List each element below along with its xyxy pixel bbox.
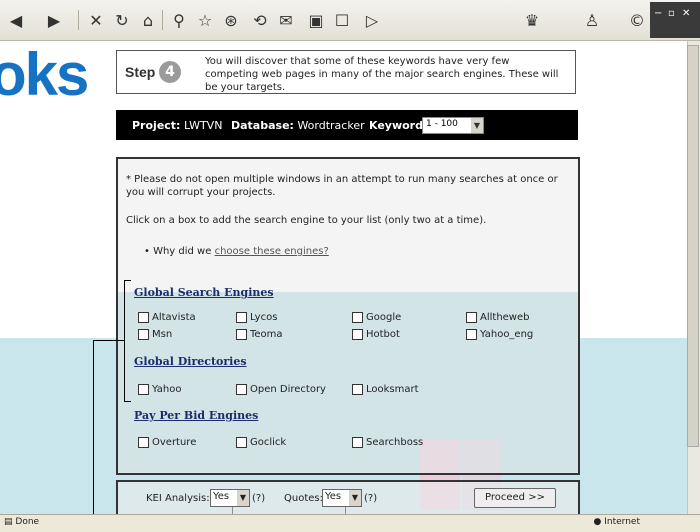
callout-bracket <box>124 280 131 402</box>
checkbox-box[interactable] <box>236 312 247 323</box>
checkbox-box[interactable] <box>236 329 247 340</box>
checkbox-yahoo-eng[interactable]: Yahoo_eng <box>466 329 533 340</box>
status-zone: ● Internet <box>593 517 640 527</box>
checkbox-box[interactable] <box>138 329 149 340</box>
step-description: You will discover that some of these key… <box>205 56 559 93</box>
step-box: Step 4 You will discover that some of th… <box>116 50 576 94</box>
checkbox-looksmart[interactable]: Looksmart <box>352 384 419 395</box>
engine-selection-panel: * Please do not open multiple windows in… <box>116 157 580 475</box>
checkbox-google[interactable]: Google <box>352 312 401 323</box>
media-icon[interactable]: ⊛ <box>219 8 243 32</box>
print-icon[interactable]: ▣ <box>304 8 328 32</box>
globe-icon: ● <box>593 517 602 527</box>
toolbar-separator <box>162 10 163 30</box>
kei-help-link[interactable]: (?) <box>252 493 265 504</box>
status-done: ▤ Done <box>4 517 40 527</box>
refresh-icon[interactable]: ↻ <box>110 8 134 32</box>
vertical-scrollbar[interactable] <box>687 41 700 514</box>
checkbox-box[interactable] <box>352 437 363 448</box>
instruction-text: Click on a box to add the search engine … <box>126 215 487 226</box>
checkbox-alltheweb[interactable]: Alltheweb <box>466 312 530 323</box>
browser-toolbar: ◀ ▶ ✕ ↻ ⌂ ⚲ ☆ ⊛ ⟲ ✉ ▣ ☐ ▷ ♛ ♙ © − ▫ ✕ <box>0 0 700 41</box>
chevron-down-icon: ▼ <box>237 490 249 506</box>
section-title-pay-per-bid: Pay Per Bid Engines <box>134 409 259 422</box>
checkbox-searchboss[interactable]: Searchboss <box>352 437 423 448</box>
checkbox-box[interactable] <box>236 384 247 395</box>
checkbox-altavista[interactable]: Altavista <box>138 312 196 323</box>
quotes-select[interactable]: Yes ▼ <box>322 489 362 507</box>
chevron-down-icon: ▼ <box>471 118 483 133</box>
checkbox-box[interactable] <box>352 312 363 323</box>
edit-icon[interactable]: ☐ <box>330 8 354 32</box>
warning-notice: * Please do not open multiple windows in… <box>126 174 558 198</box>
options-bar: KEI Analysis: Yes ▼ (?) Quotes: Yes ▼ (?… <box>116 480 580 518</box>
step-number-badge: 4 <box>159 61 181 83</box>
checkbox-yahoo[interactable]: Yahoo <box>138 384 181 395</box>
checkbox-overture[interactable]: Overture <box>138 437 196 448</box>
page-icon: ▤ <box>4 517 13 527</box>
kei-analysis-label: KEI Analysis: <box>146 493 210 504</box>
back-icon[interactable]: ◀ <box>4 8 28 32</box>
status-bar: ▤ Done ● Internet <box>0 514 700 532</box>
favorites-icon[interactable]: ☆ <box>193 8 217 32</box>
database-info: Database: Wordtracker <box>231 119 365 132</box>
checkbox-msn[interactable]: Msn <box>138 329 172 340</box>
home-icon[interactable]: ⌂ <box>136 8 160 32</box>
cropped-heading: oks <box>0 41 89 108</box>
section-title-global-search: Global Search Engines <box>134 286 274 299</box>
discuss-icon[interactable]: ▷ <box>360 8 384 32</box>
project-bar: Project: LWTVN Database: Wordtracker Key… <box>116 110 578 140</box>
copyright-icon[interactable]: © <box>625 8 649 32</box>
checkbox-open-directory[interactable]: Open Directory <box>236 384 326 395</box>
stop-icon[interactable]: ✕ <box>84 8 108 32</box>
checkbox-box[interactable] <box>466 312 477 323</box>
quotes-help-link[interactable]: (?) <box>364 493 377 504</box>
window-controls[interactable]: − ▫ ✕ <box>650 2 700 38</box>
callout-line <box>93 340 94 514</box>
why-item: • Why did we choose these engines? <box>144 246 329 257</box>
toolbar-separator <box>78 10 79 30</box>
checkbox-box[interactable] <box>138 437 149 448</box>
checkbox-lycos[interactable]: Lycos <box>236 312 277 323</box>
chevron-down-icon: ▼ <box>349 490 361 506</box>
checkbox-box[interactable] <box>466 329 477 340</box>
checkbox-goclick[interactable]: Goclick <box>236 437 286 448</box>
section-title-global-directories: Global Directories <box>134 355 247 368</box>
checkbox-teoma[interactable]: Teoma <box>236 329 283 340</box>
keywords-select[interactable]: 1 - 100 ▼ <box>422 117 484 134</box>
project-info: Project: LWTVN <box>132 119 223 132</box>
messenger-icon[interactable]: ♛ <box>520 8 544 32</box>
search-icon[interactable]: ⚲ <box>167 8 191 32</box>
choose-engines-link[interactable]: choose these engines? <box>215 246 329 257</box>
proceed-button[interactable]: Proceed >> <box>474 488 556 508</box>
scrollbar-thumb[interactable] <box>687 45 699 447</box>
mail-icon[interactable]: ✉ <box>274 8 298 32</box>
checkbox-hotbot[interactable]: Hotbot <box>352 329 400 340</box>
history-icon[interactable]: ⟲ <box>248 8 272 32</box>
checkbox-box[interactable] <box>236 437 247 448</box>
checkbox-box[interactable] <box>138 312 149 323</box>
forward-icon[interactable]: ▶ <box>42 8 66 32</box>
step-label: Step <box>125 64 156 80</box>
callout-line <box>93 340 124 341</box>
checkbox-box[interactable] <box>352 329 363 340</box>
kei-analysis-select[interactable]: Yes ▼ <box>210 489 250 507</box>
quotes-label: Quotes: <box>284 493 323 504</box>
research-icon[interactable]: ♙ <box>580 8 604 32</box>
checkbox-box[interactable] <box>352 384 363 395</box>
checkbox-box[interactable] <box>138 384 149 395</box>
